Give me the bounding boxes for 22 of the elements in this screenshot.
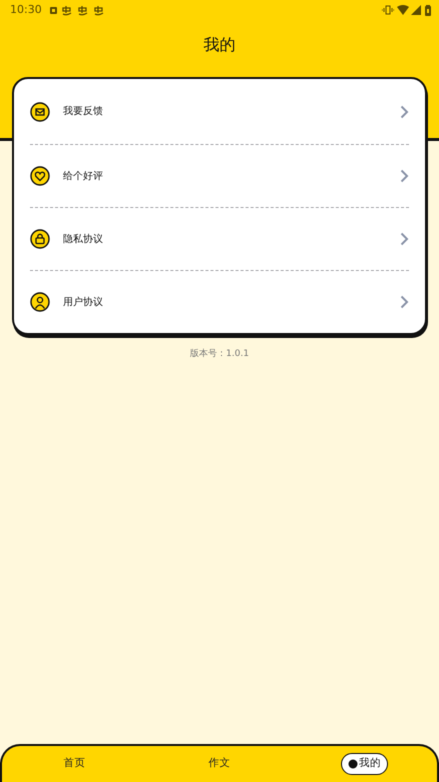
chevron-right-icon[interactable] — [400, 232, 409, 246]
version-text: 版本号：1.0.1 — [189, 348, 250, 361]
mail-icon — [30, 102, 50, 122]
nav-tab[interactable]: 作文 — [202, 754, 236, 774]
wifi-icon — [397, 5, 409, 15]
menu-item-label[interactable]: 我要反馈 — [63, 104, 387, 119]
menu-item-label[interactable]: 隐私协议 — [63, 232, 387, 246]
menu-item-label[interactable]: 给个好评 — [63, 168, 387, 184]
chevron-right-icon[interactable] — [400, 104, 409, 118]
page-title: 我的 — [202, 34, 236, 56]
menu-item-label[interactable]: 用户协议 — [63, 294, 387, 310]
battery-icon — [425, 4, 431, 16]
vibrate-icon — [382, 5, 394, 15]
chevron-right-icon[interactable] — [400, 169, 409, 183]
nav-tab[interactable]: 我的 — [341, 753, 388, 775]
status-time: 10:30 — [10, 2, 42, 18]
signal-icon — [411, 5, 421, 15]
chevron-right-icon[interactable] — [400, 295, 409, 309]
user-icon — [30, 292, 50, 312]
lock-icon — [30, 229, 50, 249]
nav-tab[interactable]: 首页 — [58, 754, 92, 774]
dot-icon — [348, 759, 358, 769]
